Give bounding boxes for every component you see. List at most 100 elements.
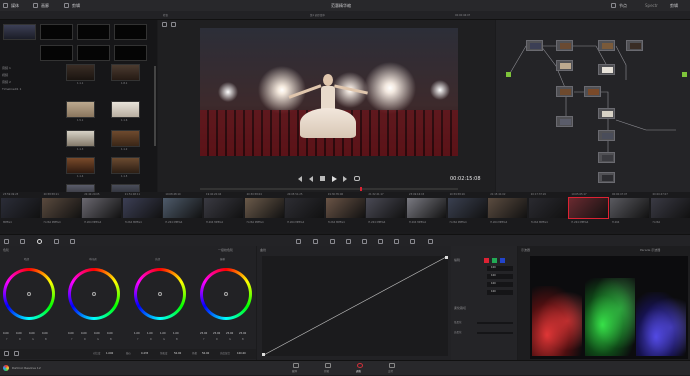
timeline-clip[interactable] bbox=[122, 198, 162, 218]
lift-wheel[interactable] bbox=[3, 268, 55, 320]
curve-value[interactable]: 100 bbox=[487, 290, 513, 295]
timeline-clip[interactable] bbox=[610, 198, 649, 218]
timeline-clip[interactable] bbox=[41, 198, 81, 218]
top-gallery-label[interactable]: 画廊 bbox=[41, 3, 49, 8]
play-icon[interactable] bbox=[332, 176, 337, 182]
folder-item[interactable]: 视频 bbox=[2, 73, 58, 77]
wheel-value[interactable]: 0.00 bbox=[3, 332, 9, 335]
color-node[interactable] bbox=[598, 40, 615, 51]
viewer-mode-icon[interactable] bbox=[162, 22, 167, 27]
still-thumbnail[interactable] bbox=[77, 24, 110, 40]
hue-value[interactable]: 50.00 bbox=[202, 352, 209, 355]
camera-raw-icon[interactable] bbox=[4, 239, 9, 244]
page-tab-0[interactable]: 媒体 bbox=[286, 362, 308, 375]
blur-icon[interactable] bbox=[362, 239, 367, 244]
offset-wheel[interactable] bbox=[200, 268, 252, 320]
still-thumbnail[interactable] bbox=[40, 45, 73, 61]
contrast-value[interactable]: 1.000 bbox=[106, 352, 113, 355]
wheel-value[interactable]: 0.00 bbox=[107, 332, 113, 335]
3d-icon[interactable] bbox=[410, 239, 415, 244]
folder-item[interactable]: 音频 2 bbox=[2, 80, 58, 84]
stop-icon[interactable] bbox=[320, 176, 325, 181]
curves-icon[interactable] bbox=[296, 239, 301, 244]
qualifier-icon[interactable] bbox=[313, 239, 318, 244]
timeline-clip[interactable] bbox=[163, 198, 203, 218]
top-media-label[interactable]: 媒体 bbox=[11, 3, 19, 8]
timeline-clip[interactable] bbox=[204, 198, 243, 218]
timeline-clip[interactable] bbox=[325, 198, 365, 218]
top-spectr-label[interactable]: Spectr bbox=[645, 3, 658, 8]
viewer-zoom[interactable]: 00:00:46:07 bbox=[455, 14, 470, 17]
color-node[interactable] bbox=[598, 108, 615, 119]
wheel-value[interactable]: 1.00 bbox=[160, 332, 166, 335]
clip-thumbnail[interactable] bbox=[66, 64, 95, 81]
window-icon[interactable] bbox=[330, 239, 335, 244]
media-icon[interactable] bbox=[3, 3, 8, 8]
scope-mode-select[interactable]: Parade 示波器 bbox=[640, 248, 660, 252]
wheel-value[interactable]: 1.00 bbox=[147, 332, 153, 335]
folder-item[interactable]: Timeline01 1 bbox=[2, 87, 58, 91]
wheel-value[interactable]: 0.00 bbox=[81, 332, 87, 335]
wheel-mode-select[interactable]: 一级校色轮 bbox=[218, 248, 233, 252]
wheel-value[interactable]: 25.00 bbox=[226, 332, 233, 335]
green-swatch[interactable] bbox=[492, 258, 497, 263]
color-wheels-icon[interactable] bbox=[37, 239, 42, 244]
top-edit-label[interactable]: 剪辑 bbox=[72, 3, 80, 8]
timeline-clip[interactable] bbox=[528, 198, 568, 218]
red-swatch[interactable] bbox=[484, 258, 489, 263]
saturation-value[interactable]: 50.00 bbox=[174, 352, 181, 355]
playhead[interactable] bbox=[360, 187, 362, 191]
color-node[interactable] bbox=[584, 86, 601, 97]
page-tab-3[interactable]: 交付 bbox=[382, 362, 404, 375]
clip-thumbnail[interactable] bbox=[66, 157, 95, 174]
page-prev-icon[interactable] bbox=[4, 351, 9, 356]
go-to-start-icon[interactable] bbox=[298, 176, 302, 182]
curve-value[interactable]: 100 bbox=[487, 274, 513, 279]
tracker-icon[interactable] bbox=[346, 239, 351, 244]
viewer-split-icon[interactable] bbox=[171, 22, 176, 27]
clip-thumbnail[interactable] bbox=[111, 157, 140, 174]
top-clips-label[interactable]: 剪辑 bbox=[670, 3, 678, 8]
timeline-clip[interactable] bbox=[650, 198, 690, 218]
clip-thumbnail[interactable] bbox=[66, 130, 95, 147]
color-node[interactable] bbox=[556, 60, 573, 71]
clip-thumbnail[interactable] bbox=[66, 101, 95, 118]
color-node[interactable] bbox=[626, 40, 643, 51]
output-node-marker[interactable] bbox=[682, 72, 687, 77]
clip-thumbnail[interactable] bbox=[111, 130, 140, 147]
timeline-clip[interactable] bbox=[1, 198, 40, 218]
timeline-clip[interactable] bbox=[407, 198, 446, 218]
color-node[interactable] bbox=[598, 152, 615, 163]
gallery-icon[interactable] bbox=[33, 3, 38, 8]
key-icon[interactable] bbox=[378, 239, 383, 244]
curve-value[interactable]: 100 bbox=[487, 282, 513, 287]
color-node[interactable] bbox=[598, 172, 615, 183]
still-thumbnail[interactable] bbox=[40, 24, 73, 40]
sizing-icon[interactable] bbox=[394, 239, 399, 244]
low-soft-slider[interactable] bbox=[477, 322, 513, 324]
loop-icon[interactable] bbox=[354, 176, 360, 181]
color-node[interactable] bbox=[556, 116, 573, 127]
media-pool-scrollbar[interactable] bbox=[154, 66, 156, 146]
timeline-clip[interactable] bbox=[488, 198, 528, 218]
pivot-value[interactable]: 0.435 bbox=[141, 352, 148, 355]
page-tab-1[interactable]: 剪辑 bbox=[318, 362, 340, 375]
color-node[interactable] bbox=[598, 64, 615, 75]
color-node[interactable] bbox=[598, 130, 615, 141]
timeline-clip[interactable] bbox=[447, 198, 487, 218]
step-forward-icon[interactable] bbox=[343, 176, 347, 182]
curve-graph[interactable] bbox=[261, 255, 449, 357]
wheel-value[interactable]: 0.00 bbox=[94, 332, 100, 335]
wheel-value[interactable]: 0.00 bbox=[68, 332, 74, 335]
rgb-mixer-icon[interactable] bbox=[54, 239, 59, 244]
lum-mix-value[interactable]: 100.00 bbox=[237, 352, 246, 355]
color-node[interactable] bbox=[556, 86, 573, 97]
curve-value[interactable]: 100 bbox=[487, 266, 513, 271]
wheel-value[interactable]: 1.00 bbox=[173, 332, 179, 335]
edit-icon[interactable] bbox=[64, 3, 69, 8]
scope-icon[interactable] bbox=[428, 239, 433, 244]
still-thumbnail[interactable] bbox=[3, 24, 36, 40]
gamma-wheel[interactable] bbox=[68, 268, 120, 320]
wheel-value[interactable]: 1.00 bbox=[134, 332, 140, 335]
gain-wheel[interactable] bbox=[134, 268, 186, 320]
